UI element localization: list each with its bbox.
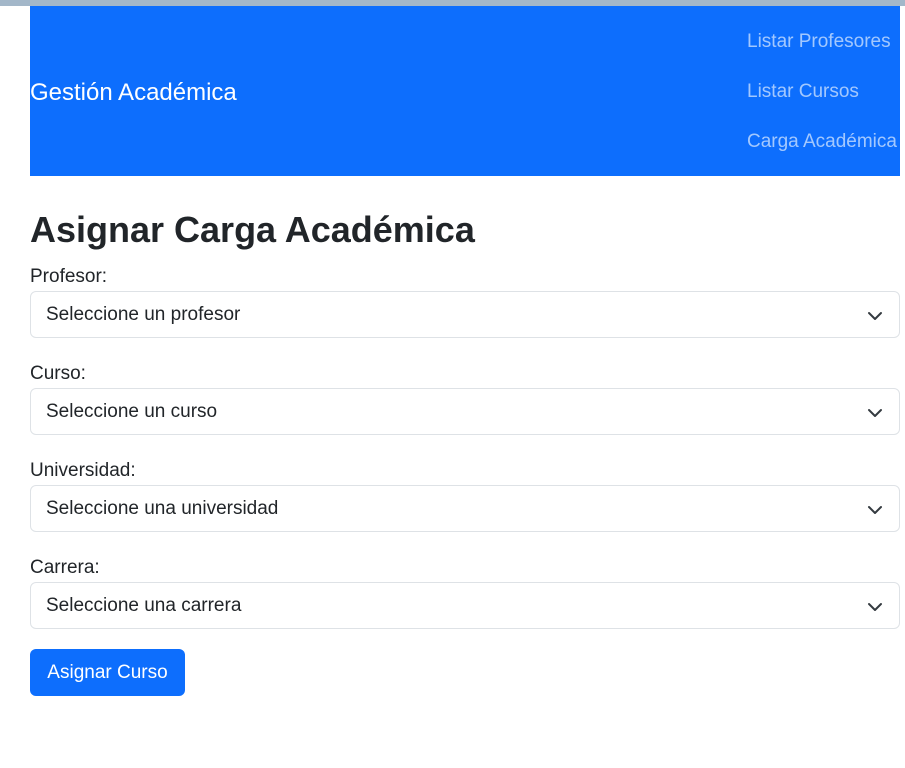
navbar: Gestión Académica Listar Profesores List… (30, 6, 900, 176)
universidad-select[interactable]: Seleccione una universidad (30, 485, 900, 532)
chevron-down-icon (868, 409, 882, 417)
profesor-label: Profesor: (30, 266, 108, 287)
curso-select[interactable]: Seleccione un curso (30, 388, 900, 435)
universidad-label: Universidad: (30, 460, 136, 481)
universidad-select-value: Seleccione una universidad (46, 498, 279, 519)
nav-link-listar-cursos[interactable]: Listar Cursos (747, 78, 900, 128)
nav-links: Listar Profesores Listar Cursos Carga Ac… (747, 28, 900, 178)
chevron-down-icon (868, 312, 882, 320)
carrera-select[interactable]: Seleccione una carrera (30, 582, 900, 629)
page-title: Asignar Carga Académica (30, 209, 475, 250)
assign-course-button[interactable]: Asignar Curso (30, 649, 185, 696)
chevron-down-icon (868, 603, 882, 611)
profesor-select-value: Seleccione un profesor (46, 304, 241, 325)
curso-select-value: Seleccione un curso (46, 401, 218, 422)
nav-link-listar-profesores[interactable]: Listar Profesores (747, 28, 900, 78)
carrera-label: Carrera: (30, 557, 100, 578)
carrera-select-value: Seleccione una carrera (46, 595, 242, 616)
curso-label: Curso: (30, 363, 86, 384)
nav-link-carga-academica[interactable]: Carga Académica (747, 128, 900, 178)
navbar-brand[interactable]: Gestión Académica (30, 78, 237, 108)
profesor-select[interactable]: Seleccione un profesor (30, 291, 900, 338)
chevron-down-icon (868, 506, 882, 514)
